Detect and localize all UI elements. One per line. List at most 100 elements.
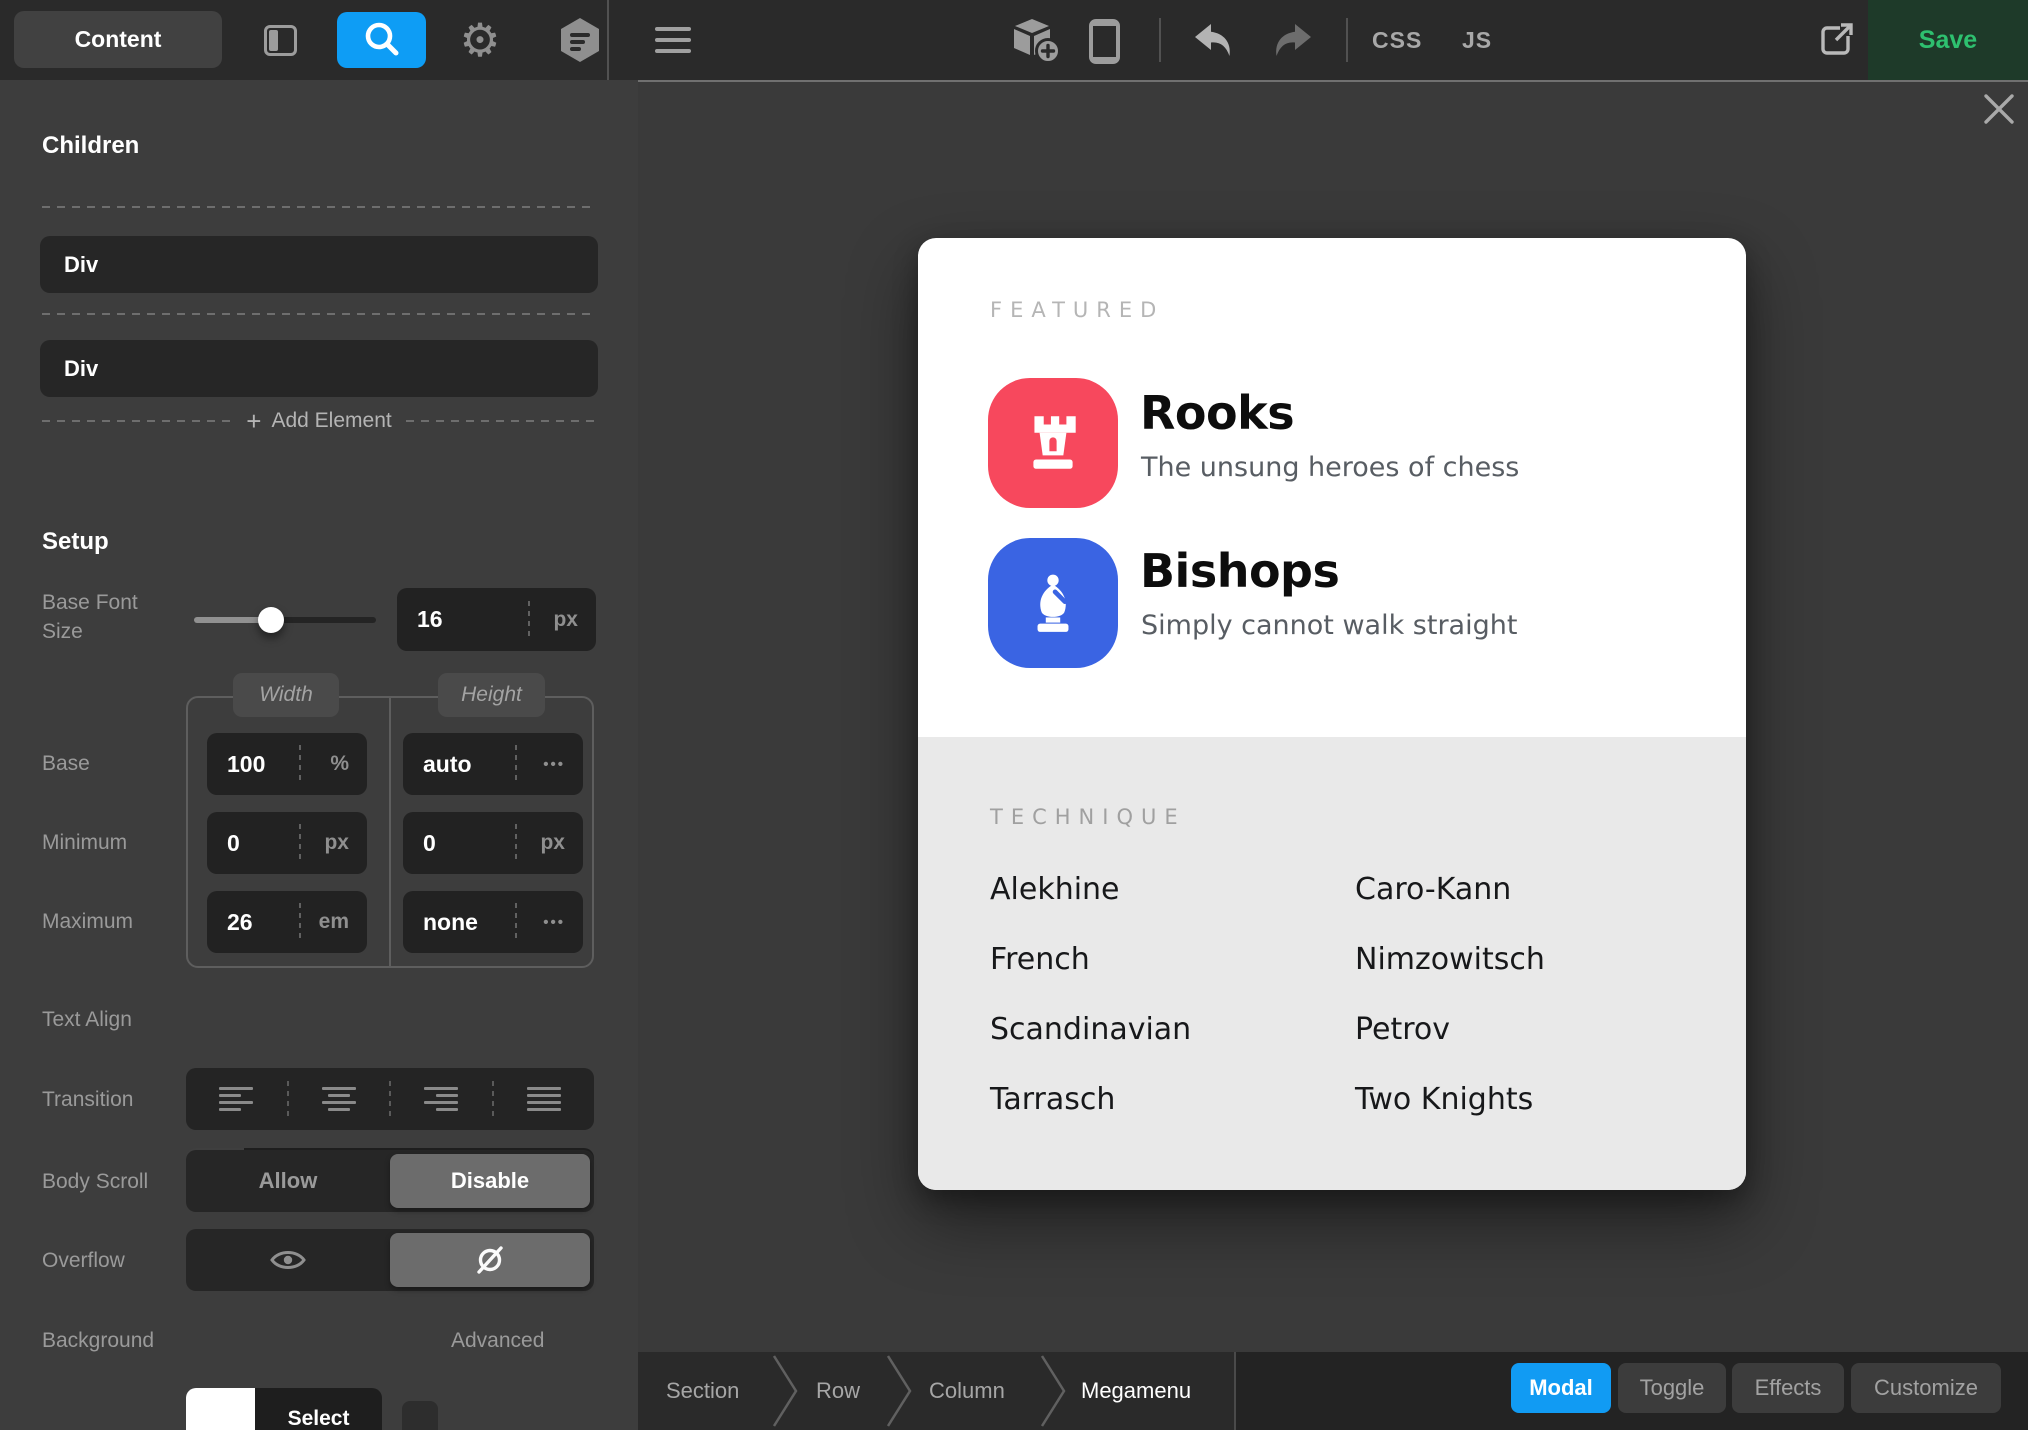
value[interactable]: 100 bbox=[207, 751, 299, 778]
js-label: JS bbox=[1462, 27, 1492, 54]
child-item-div-1[interactable]: Div bbox=[40, 236, 598, 293]
content-tab-button[interactable]: Content bbox=[14, 11, 222, 68]
overflow-visible-button[interactable] bbox=[186, 1229, 390, 1291]
technique-link[interactable]: Alekhine bbox=[990, 872, 1120, 907]
width-maximum-input[interactable]: 26 em bbox=[207, 891, 367, 953]
hex-line bbox=[570, 47, 581, 51]
breadcrumb-row[interactable]: Row bbox=[816, 1352, 860, 1430]
gear-icon[interactable]: ⚙ bbox=[456, 14, 504, 66]
technique-link[interactable]: Tarrasch bbox=[990, 1082, 1115, 1117]
settings-sidebar: Children Div Div + Add Element Setup Bas… bbox=[0, 80, 638, 1430]
breadcrumb-megamenu[interactable]: Megamenu bbox=[1081, 1352, 1191, 1430]
technique-link[interactable]: Scandinavian bbox=[990, 1012, 1191, 1047]
technique-link[interactable]: Two Knights bbox=[1355, 1082, 1533, 1117]
save-button[interactable]: Save bbox=[1868, 0, 2028, 80]
align-right-button[interactable] bbox=[391, 1087, 492, 1112]
overflow-hidden-button[interactable] bbox=[390, 1233, 590, 1287]
value[interactable]: 0 bbox=[403, 830, 515, 857]
rook-icon[interactable] bbox=[988, 378, 1118, 508]
responsive-phone-icon[interactable] bbox=[1089, 19, 1120, 64]
menu-hamburger-icon[interactable] bbox=[655, 25, 691, 55]
tab-width[interactable]: Width bbox=[233, 673, 339, 717]
base-font-slider-thumb[interactable] bbox=[258, 607, 284, 633]
value[interactable]: 0 bbox=[207, 830, 299, 857]
redo-button[interactable] bbox=[1270, 21, 1314, 64]
js-button[interactable]: JS bbox=[1462, 0, 1492, 80]
unit-menu-dots[interactable]: ••• bbox=[517, 914, 583, 931]
drop-zone-divider[interactable] bbox=[42, 206, 596, 208]
group-divider bbox=[389, 698, 391, 966]
align-left-icon bbox=[219, 1087, 253, 1112]
unit[interactable]: px bbox=[517, 831, 583, 855]
eye-icon bbox=[269, 1246, 307, 1274]
align-justify-button[interactable] bbox=[494, 1087, 595, 1112]
dash-line bbox=[406, 420, 596, 422]
unit[interactable]: px bbox=[301, 831, 367, 855]
component-hexagon-icon[interactable] bbox=[561, 18, 599, 62]
value[interactable]: 26 bbox=[207, 909, 299, 936]
breadcrumb-section[interactable]: Section bbox=[666, 1352, 739, 1430]
background-color-swatch[interactable] bbox=[186, 1388, 255, 1430]
external-link-icon bbox=[1816, 20, 1856, 60]
technique-link[interactable]: Petrov bbox=[1355, 1012, 1450, 1047]
width-base-input[interactable]: 100 % bbox=[207, 733, 367, 795]
bar bbox=[655, 38, 691, 42]
value[interactable]: auto bbox=[403, 751, 515, 778]
background-advanced-checkbox[interactable] bbox=[402, 1401, 438, 1430]
tab-height[interactable]: Height bbox=[438, 673, 545, 717]
bishop-glyph bbox=[1020, 568, 1086, 638]
add-element-button[interactable]: + Add Element bbox=[42, 413, 596, 429]
base-font-size-label: Base Font Size bbox=[42, 588, 138, 646]
height-maximum-input[interactable]: none ••• bbox=[403, 891, 583, 953]
align-right-icon bbox=[424, 1087, 458, 1112]
customize-tab-button[interactable]: Customize bbox=[1851, 1363, 2001, 1413]
base-font-value[interactable]: 16 bbox=[397, 606, 528, 633]
bottom-bar-divider bbox=[1234, 1352, 1236, 1430]
add-element-label: Add Element bbox=[271, 409, 391, 433]
height-minimum-input[interactable]: 0 px bbox=[403, 812, 583, 874]
align-left-button[interactable] bbox=[186, 1087, 287, 1112]
add-element-labelwrap: + Add Element bbox=[232, 406, 405, 437]
children-section-title: Children bbox=[42, 132, 139, 160]
toggle-tab-button[interactable]: Toggle bbox=[1618, 1363, 1726, 1413]
base-font-slider-track[interactable] bbox=[194, 617, 376, 623]
featured-item-subtitle: Simply cannot walk straight bbox=[1141, 610, 1517, 641]
label-line1: Base Font bbox=[42, 591, 138, 614]
width-minimum-input[interactable]: 0 px bbox=[207, 812, 367, 874]
unit-menu-dots[interactable]: ••• bbox=[517, 756, 583, 773]
unit[interactable]: % bbox=[301, 752, 367, 776]
undo-button[interactable] bbox=[1192, 21, 1236, 64]
search-button[interactable] bbox=[337, 12, 426, 68]
add-element-box-icon[interactable] bbox=[1012, 17, 1062, 70]
align-center-button[interactable] bbox=[289, 1087, 390, 1112]
effects-tab-button[interactable]: Effects bbox=[1732, 1363, 1844, 1413]
base-font-size-input[interactable]: 16 px bbox=[397, 588, 596, 651]
technique-section: TECHNIQUE Alekhine French Scandinavian T… bbox=[918, 737, 1746, 1190]
close-preview-button[interactable] bbox=[1982, 92, 2016, 131]
bar bbox=[655, 49, 691, 53]
featured-item-title[interactable]: Bishops bbox=[1140, 544, 1339, 598]
body-scroll-allow-button[interactable]: Allow bbox=[186, 1150, 390, 1212]
unit[interactable]: em bbox=[301, 910, 367, 934]
base-font-unit[interactable]: px bbox=[530, 608, 596, 632]
height-tab-label: Height bbox=[461, 683, 522, 707]
technique-link[interactable]: Nimzowitsch bbox=[1355, 942, 1545, 977]
box-plus-icon bbox=[1012, 17, 1062, 65]
technique-heading: TECHNIQUE bbox=[990, 805, 1186, 829]
breadcrumb-column[interactable]: Column bbox=[929, 1352, 1005, 1430]
modal-tab-button[interactable]: Modal bbox=[1511, 1363, 1611, 1413]
css-button[interactable]: CSS bbox=[1372, 0, 1422, 80]
bishop-icon[interactable] bbox=[988, 538, 1118, 668]
featured-item-title[interactable]: Rooks bbox=[1140, 386, 1294, 440]
drop-zone-divider[interactable] bbox=[42, 313, 596, 315]
sidebar-panel-icon[interactable] bbox=[264, 25, 297, 56]
child-item-div-2[interactable]: Div bbox=[40, 340, 598, 397]
hex-line bbox=[570, 40, 585, 44]
preview-external-button[interactable] bbox=[1816, 20, 1856, 65]
value[interactable]: none bbox=[403, 909, 515, 936]
background-select-button[interactable]: Select bbox=[255, 1388, 382, 1430]
technique-link[interactable]: French bbox=[990, 942, 1090, 977]
height-base-input[interactable]: auto ••• bbox=[403, 733, 583, 795]
body-scroll-disable-button[interactable]: Disable bbox=[390, 1154, 590, 1208]
technique-link[interactable]: Caro-Kann bbox=[1355, 872, 1511, 907]
